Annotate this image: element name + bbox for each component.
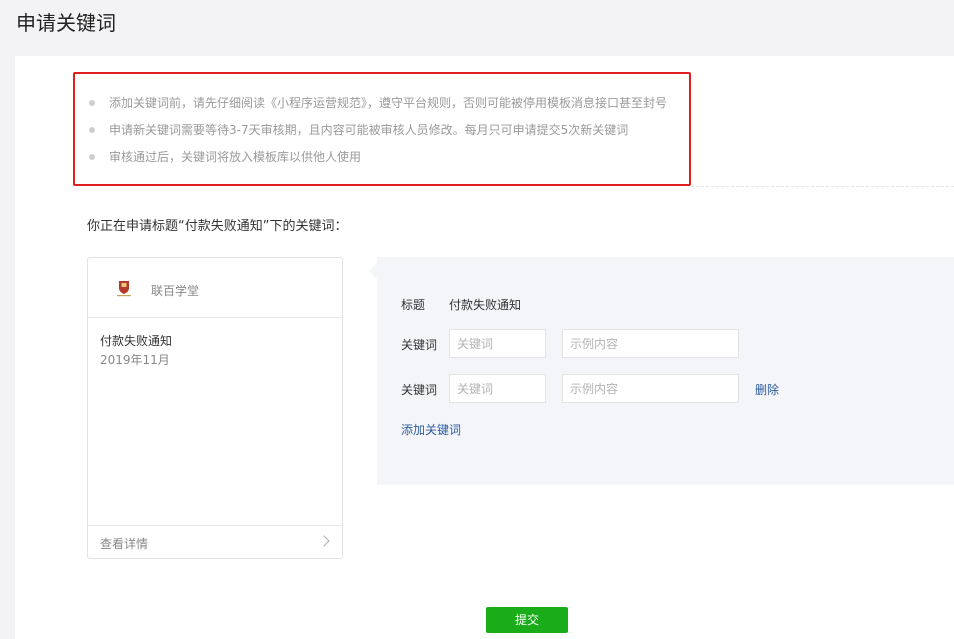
notice-text: 审核通过后，关键词将放入模板库以供他人使用 bbox=[109, 150, 362, 164]
message-preview-card: 联百学堂 付款失败通知 2019年11月 查看详情 bbox=[87, 257, 343, 559]
view-detail-link[interactable]: 查看详情 bbox=[100, 535, 148, 552]
notice-box: 添加关键词前，请先仔细阅读《小程序运营规范》，遵守平台规则，否则可能被停用模板消… bbox=[73, 72, 691, 186]
example-input[interactable] bbox=[562, 329, 739, 358]
delete-keyword-link[interactable]: 删除 bbox=[755, 381, 779, 398]
preview-header: 联百学堂 bbox=[88, 258, 342, 318]
notice-text: 申请新关键词需要等待3-7天审核期，且内容可能被审核人员修改。每月只可申请提交5… bbox=[109, 123, 629, 137]
submit-button[interactable]: 提交 bbox=[486, 607, 568, 633]
preview-date: 2019年11月 bbox=[100, 353, 170, 367]
notice-item: 添加关键词前，请先仔细阅读《小程序运营规范》，遵守平台规则，否则可能被停用模板消… bbox=[89, 95, 667, 122]
bullet-dot-icon bbox=[89, 127, 95, 133]
add-keyword-link[interactable]: 添加关键词 bbox=[401, 421, 461, 438]
keyword-label: 关键词 bbox=[401, 383, 438, 397]
keyword-input[interactable] bbox=[449, 374, 546, 403]
keyword-input[interactable] bbox=[449, 329, 546, 358]
bullet-dot-icon bbox=[89, 154, 95, 160]
account-name: 联百学堂 bbox=[151, 284, 200, 298]
chevron-right-icon bbox=[318, 535, 330, 547]
title-value: 付款失败通知 bbox=[449, 298, 522, 312]
notice-item: 审核通过后，关键词将放入模板库以供他人使用 bbox=[89, 149, 667, 176]
school-logo-icon bbox=[117, 281, 131, 297]
keyword-label: 关键词 bbox=[401, 338, 438, 352]
example-input[interactable] bbox=[562, 374, 739, 403]
keyword-form: 标题 付款失败通知 关键词 关键词 删除 添加关键词 bbox=[369, 257, 954, 485]
preview-title: 付款失败通知 bbox=[100, 334, 173, 348]
intro-text: 你正在申请标题“付款失败通知”下的关键词： bbox=[87, 219, 348, 234]
panel-arrow bbox=[369, 263, 377, 279]
main-card: 添加关键词前，请先仔细阅读《小程序运营规范》，遵守平台规则，否则可能被停用模板消… bbox=[15, 56, 954, 639]
notice-text: 添加关键词前，请先仔细阅读《小程序运营规范》，遵守平台规则，否则可能被停用模板消… bbox=[109, 96, 668, 110]
bullet-dot-icon bbox=[89, 100, 95, 106]
notice-list: 添加关键词前，请先仔细阅读《小程序运营规范》，遵守平台规则，否则可能被停用模板消… bbox=[89, 95, 667, 176]
divider bbox=[691, 186, 954, 187]
title-label: 标题 bbox=[401, 298, 426, 312]
page-title: 申请关键词 bbox=[16, 11, 116, 35]
preview-footer[interactable]: 查看详情 bbox=[88, 525, 342, 558]
notice-item: 申请新关键词需要等待3-7天审核期，且内容可能被审核人员修改。每月只可申请提交5… bbox=[89, 122, 667, 149]
